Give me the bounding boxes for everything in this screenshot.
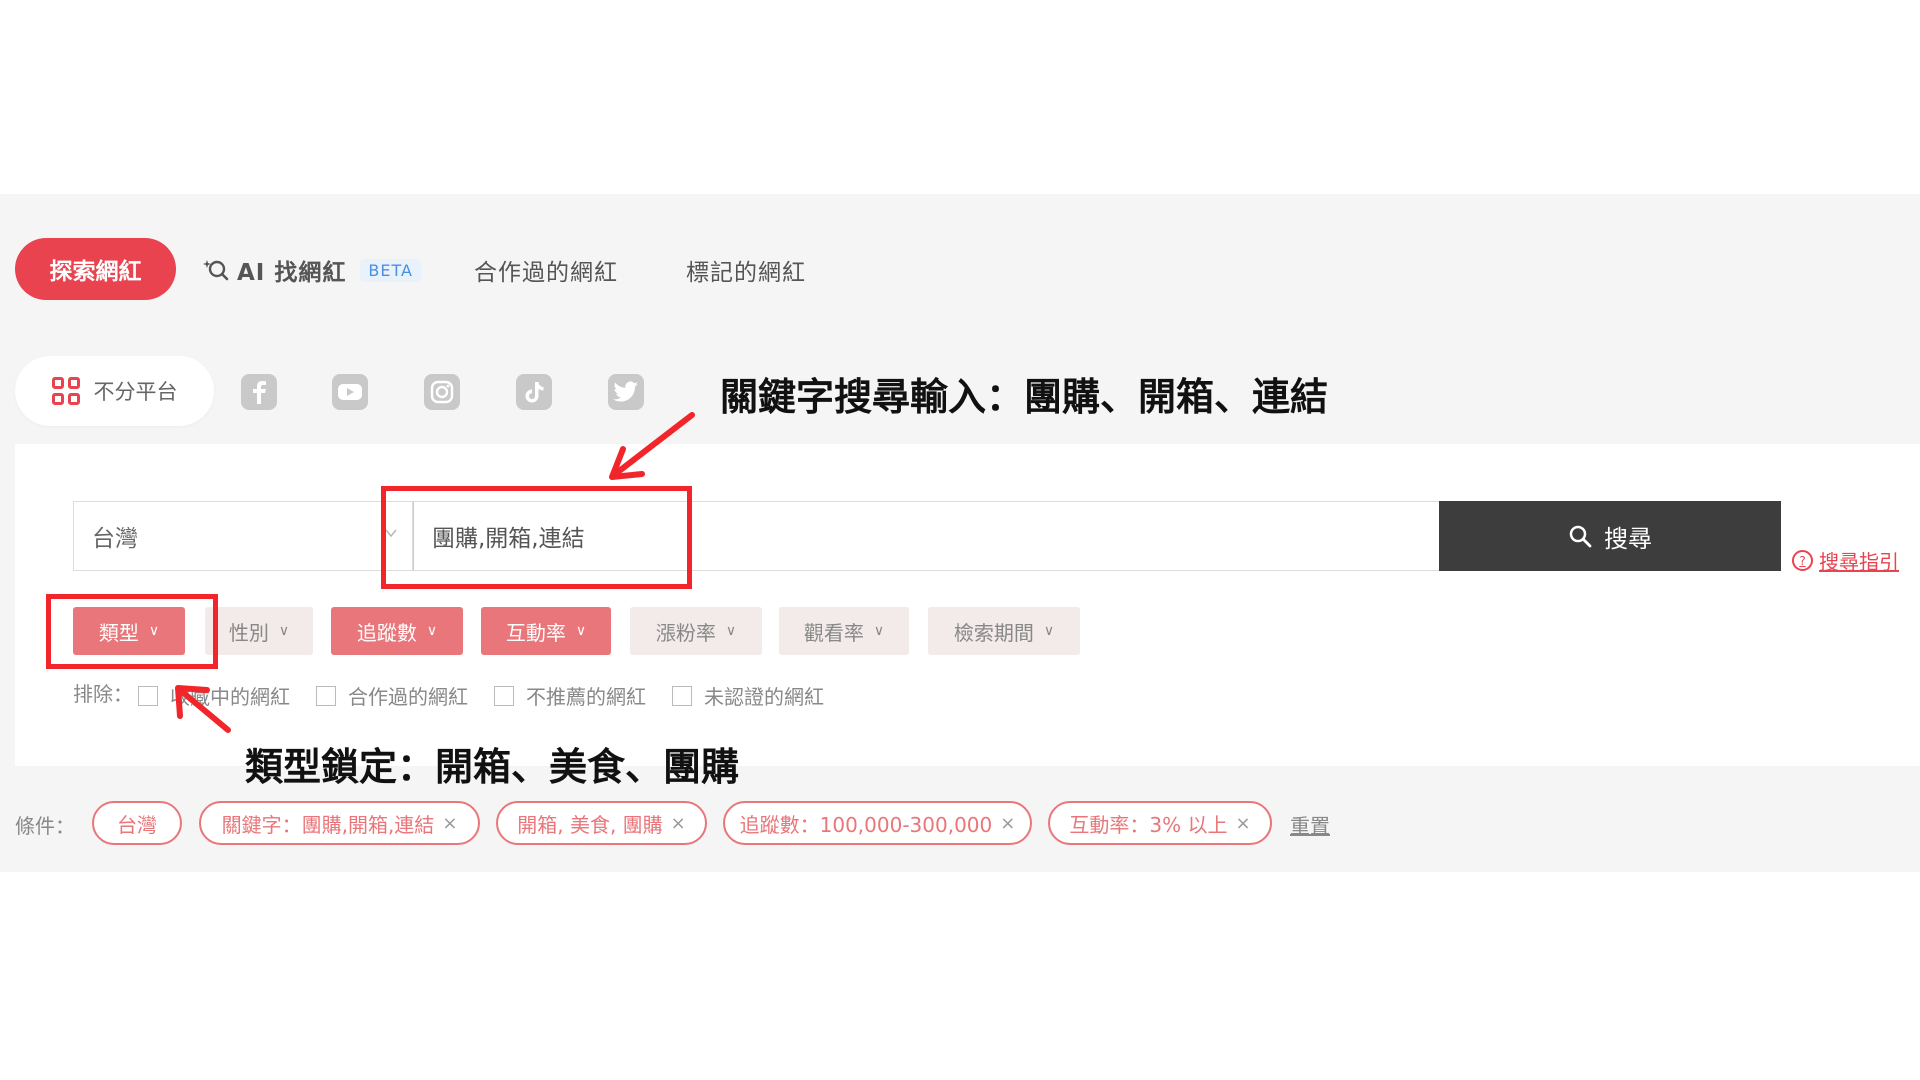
condition-chip[interactable]: 開箱, 美食, 團購 ×	[496, 801, 707, 845]
checkbox[interactable]	[316, 685, 336, 706]
exclude-unverified-label: 未認證的網紅	[704, 685, 824, 709]
condition-chip-label: 開箱, 美食, 團購	[517, 812, 663, 837]
search-icon	[1569, 525, 1592, 548]
exclude-cooperated-label: 合作過的網紅	[348, 685, 468, 709]
checkbox[interactable]	[672, 685, 692, 706]
chevron-down-icon: ∨	[426, 623, 438, 639]
platform-all-label: 不分平台	[93, 380, 178, 404]
checkbox[interactable]	[494, 685, 514, 706]
country-select[interactable]: 台灣	[73, 501, 413, 571]
tab-marked-influencers[interactable]: 標記的網紅	[686, 250, 806, 290]
search-button[interactable]: 搜尋	[1439, 501, 1781, 571]
beta-badge: BETA	[360, 258, 421, 282]
exclude-unverified[interactable]: 未認證的網紅	[672, 681, 824, 710]
annotation-type-note: 類型鎖定：開箱、美食、團購	[245, 745, 740, 789]
condition-chip-label: 追蹤數：100,000-300,000	[739, 812, 993, 837]
condition-chip[interactable]: 台灣	[92, 801, 182, 845]
filter-engagement[interactable]: 互動率 ∨	[481, 607, 611, 655]
search-button-label: 搜尋	[1604, 524, 1652, 553]
filter-followers[interactable]: 追蹤數 ∨	[331, 607, 463, 655]
tiktok-icon[interactable]	[516, 374, 552, 410]
checkbox[interactable]	[138, 685, 158, 706]
ai-search-icon	[203, 260, 229, 281]
reset-link[interactable]: 重置	[1290, 810, 1330, 839]
filter-view-rate-label: 觀看率	[803, 620, 864, 645]
exclude-favorited[interactable]: 收藏中的網紅	[138, 681, 290, 710]
annotation-box-keyword	[381, 486, 692, 589]
chevron-down-icon: ∨	[278, 623, 290, 639]
platform-all-button[interactable]: 不分平台	[15, 356, 214, 426]
filter-followers-label: 追蹤數	[356, 620, 417, 645]
chevron-down-icon: ∨	[725, 623, 737, 639]
twitter-icon[interactable]	[608, 374, 644, 410]
condition-chip-label: 互動率：3% 以上	[1069, 812, 1228, 837]
search-card	[15, 444, 1920, 766]
exclude-cooperated[interactable]: 合作過的網紅	[316, 681, 468, 710]
tab-ai-label: AI 找網紅	[237, 260, 347, 286]
condition-chip-label: 關鍵字：團購,開箱,連結	[221, 812, 435, 837]
filter-period-label: 檢索期間	[953, 620, 1034, 645]
annotation-keyword-note: 關鍵字搜尋輸入：團購、開箱、連結	[720, 375, 1329, 419]
country-value: 台灣	[92, 526, 138, 552]
chevron-down-icon: ∨	[575, 623, 587, 639]
filter-search-period[interactable]: 檢索期間 ∨	[928, 607, 1080, 655]
close-icon[interactable]: ×	[1000, 813, 1015, 834]
help-icon: ?	[1792, 550, 1813, 571]
condition-chip[interactable]: 關鍵字：團購,開箱,連結 ×	[199, 801, 480, 845]
instagram-icon[interactable]	[424, 374, 460, 410]
annotation-box-type	[46, 594, 218, 669]
close-icon[interactable]: ×	[442, 813, 457, 834]
filter-growth-label: 漲粉率	[655, 620, 716, 645]
tab-ai-find-influencers[interactable]: AI 找網紅 BETA	[203, 250, 421, 290]
condition-chip[interactable]: 追蹤數：100,000-300,000 ×	[723, 801, 1032, 845]
exclude-label: 排除：	[73, 682, 133, 706]
grid-icon	[51, 377, 80, 405]
chevron-down-icon: ∨	[1043, 623, 1055, 639]
filter-engagement-label: 互動率	[505, 620, 566, 645]
filter-gender-label: 性別	[228, 620, 269, 645]
tab-cooperated-influencers[interactable]: 合作過的網紅	[474, 250, 618, 290]
filter-growth-rate[interactable]: 漲粉率 ∨	[630, 607, 762, 655]
search-guide-label: 搜尋指引	[1819, 550, 1899, 574]
filter-gender[interactable]: 性別 ∨	[205, 607, 313, 655]
condition-chip-label: 台灣	[117, 812, 157, 837]
conditions-label: 條件：	[15, 814, 75, 838]
close-icon[interactable]: ×	[671, 813, 686, 834]
youtube-icon[interactable]	[332, 374, 368, 410]
chevron-down-icon: ∨	[873, 623, 885, 639]
exclude-not-recommended[interactable]: 不推薦的網紅	[494, 681, 646, 710]
filter-view-rate[interactable]: 觀看率 ∨	[779, 607, 909, 655]
tab-explore-influencers[interactable]: 探索網紅	[15, 238, 176, 300]
exclude-favorited-label: 收藏中的網紅	[170, 685, 290, 709]
exclude-not-recommended-label: 不推薦的網紅	[526, 685, 646, 709]
close-icon[interactable]: ×	[1236, 813, 1251, 834]
search-guide-link[interactable]: ? 搜尋指引	[1792, 546, 1899, 575]
facebook-icon[interactable]	[241, 374, 277, 410]
condition-chip[interactable]: 互動率：3% 以上 ×	[1048, 801, 1272, 845]
